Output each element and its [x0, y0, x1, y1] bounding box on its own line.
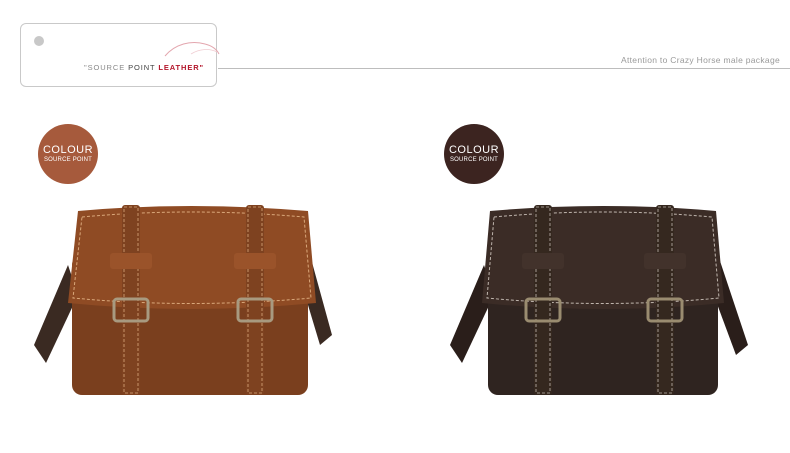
badge-subtitle: SOURCE POINT: [449, 157, 499, 163]
brand-logo-card: "SOURCE POINT LEATHER": [20, 23, 220, 87]
brown-messenger-bag-image: [34, 205, 332, 395]
colour-badge-dark: COLOUR SOURCE POINT: [444, 124, 504, 184]
brand-text-leather: LEATHER": [158, 63, 204, 72]
colour-badge-brown: COLOUR SOURCE POINT: [38, 124, 98, 184]
brand-text-source: "SOURCE: [84, 63, 126, 72]
swoosh-icon: [164, 42, 220, 57]
brand-text-point: POINT: [128, 63, 156, 72]
brand-logo-text: "SOURCE POINT LEATHER": [21, 63, 204, 72]
badge-title: COLOUR: [42, 144, 94, 156]
bag-flap: [482, 206, 724, 309]
dark-brown-messenger-bag-image: [450, 205, 748, 395]
header-tagline: Attention to Crazy Horse male package: [621, 55, 780, 65]
badge-title: COLOUR: [448, 144, 500, 156]
bag-flap: [68, 206, 316, 309]
header-divider: [218, 68, 790, 69]
badge-subtitle: SOURCE POINT: [43, 157, 93, 163]
dot-icon: [34, 36, 44, 46]
